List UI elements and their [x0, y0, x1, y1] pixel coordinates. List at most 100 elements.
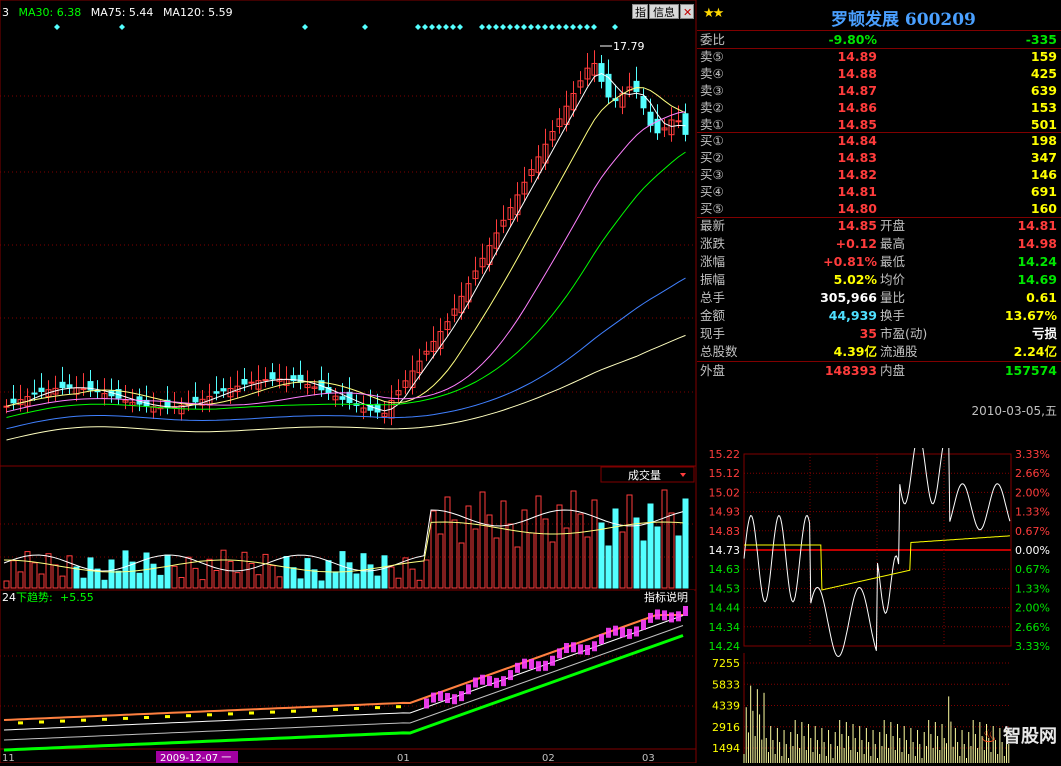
volume-bar: [178, 577, 185, 589]
watermark-text: 智股网: [1003, 726, 1057, 747]
field-value: 0.61: [1026, 290, 1057, 305]
volume-bar: [514, 546, 521, 589]
pct-tick: 2.66%: [1015, 621, 1050, 634]
intraday-chart-canvas[interactable]: 15.22 3.33% 15.12 2.66% 15.02 2.00% 14.93 1.33%…: [697, 434, 1061, 763]
volume-bar: [311, 569, 318, 589]
ma-line: [6, 111, 686, 413]
volume-bar: [185, 556, 192, 589]
indicator-bar: [648, 612, 653, 623]
field-value: 13.67%: [1004, 308, 1057, 323]
sell-row: 卖② 14.86 153: [697, 99, 1061, 116]
volume-bar: [654, 526, 661, 589]
price-tick: 14.34: [709, 621, 741, 634]
indicator-bar: [676, 611, 681, 622]
sell-volume: 639: [1030, 83, 1057, 98]
buy-price: 14.82: [837, 167, 877, 182]
volume-bar: [164, 554, 171, 589]
indicator-bar: [543, 660, 548, 671]
buy-label: 买①: [700, 133, 724, 148]
signal-diamond-icon: [457, 24, 463, 30]
signal-diamond-icon: [514, 24, 520, 30]
volume-bar: [437, 533, 444, 589]
volume-bar: [3, 580, 10, 589]
close-icon[interactable]: ✕: [680, 4, 694, 19]
signal-diamond-icon: [577, 24, 583, 30]
candle-body: [262, 379, 269, 382]
indicator-bar: [375, 706, 380, 710]
volume-bar: [122, 550, 129, 589]
field-label: 涨跌: [700, 236, 726, 251]
indicator-bar: [60, 719, 65, 723]
indicator-bar: [487, 676, 492, 687]
signal-diamond-icon: [570, 24, 576, 30]
indicator-line: [3, 614, 683, 721]
indicator-bar: [501, 676, 506, 687]
volume-bar: [248, 563, 255, 589]
kline-chart-panel[interactable]: 17.79 成交量 24 下趋势: +5.55 指标说明 11 2009-12-07 一 01 0…: [0, 0, 697, 764]
quote-field-row: 最新 14.85 开盘 14.81: [697, 217, 1061, 235]
pct-tick: 2.66%: [1015, 467, 1050, 480]
volume-bar: [17, 571, 24, 589]
sell-row: 卖③ 14.87 639: [697, 82, 1061, 99]
signal-diamond-icon: [54, 24, 60, 30]
indicator-bar: [186, 714, 191, 718]
buy-row: 买② 14.83 347: [697, 149, 1061, 166]
volume-bar: [136, 572, 143, 589]
weibi-diff: -335: [1025, 32, 1057, 47]
price-tick: 14.83: [709, 525, 741, 538]
volume-bar: [374, 575, 381, 589]
date-tick: 2009-12-07 一: [160, 753, 231, 763]
volume-bar: [339, 551, 346, 589]
volume-bar: [45, 553, 52, 589]
indicator-bar: [81, 718, 86, 722]
field-value: 14.69: [1017, 272, 1057, 287]
signal-diamond-icon: [493, 24, 499, 30]
indicator-bar: [291, 709, 296, 713]
volume-bar: [80, 577, 87, 589]
indicator-bar: [606, 627, 611, 638]
pct-tick: 2.00%: [1015, 602, 1050, 615]
flame-icon: ♨: [980, 726, 997, 747]
field-label: 开盘: [880, 218, 906, 233]
field-label: 涨幅: [700, 254, 726, 269]
star-rating-icon[interactable]: ★★: [703, 6, 724, 21]
field-label: 总手: [700, 290, 726, 305]
field-value: 305,966: [820, 290, 877, 305]
signal-diamond-icon: [612, 24, 618, 30]
quote-field-row: 振幅 5.02% 均价 14.69: [697, 271, 1061, 289]
signal-diamond-icon: [436, 24, 442, 30]
sell-volume: 153: [1030, 100, 1057, 115]
signal-diamond-icon: [584, 24, 590, 30]
candle-body: [31, 392, 38, 395]
volume-bar: [626, 494, 633, 589]
volume-bar: [528, 532, 535, 589]
signal-diamond-icon: [429, 24, 435, 30]
indicator-bar: [515, 662, 520, 673]
info-button[interactable]: 信息: [649, 4, 679, 19]
field-label: 振幅: [700, 272, 726, 287]
indicator-bar: [662, 610, 667, 621]
volume-bar: [563, 527, 570, 589]
kline-chart-canvas[interactable]: 17.79 成交量 24 下趋势: +5.55 指标说明 11 2009-12-07 一 01 0…: [0, 0, 697, 764]
volume-bar: [388, 566, 395, 589]
intraday-chart-panel[interactable]: 15.22 3.33% 15.12 2.66% 15.02 2.00% 14.93 1.33%…: [697, 434, 1061, 763]
volume-bar: [66, 555, 73, 589]
date-tick: 03: [642, 753, 655, 763]
candle-body: [339, 396, 346, 400]
sell-row: 卖⑤ 14.89 159: [697, 48, 1061, 65]
field-value: 5.02%: [833, 272, 877, 287]
volume-bar: [640, 540, 647, 589]
volume-bar: [479, 491, 486, 589]
pct-tick: 0.67%: [1015, 525, 1050, 538]
field-label: 换手: [880, 308, 906, 323]
volume-bar: [297, 578, 304, 589]
sell-label: 卖④: [700, 66, 724, 81]
volume-bar: [605, 545, 612, 589]
signal-diamond-icon: [443, 24, 449, 30]
volume-bar: [444, 496, 451, 589]
sell-label: 卖⑤: [700, 49, 724, 64]
buy-row: 买⑤ 14.80 160: [697, 200, 1061, 217]
volume-bar: [682, 498, 689, 589]
zhi-button[interactable]: 指: [632, 4, 648, 19]
indicator-bar: [571, 642, 576, 653]
